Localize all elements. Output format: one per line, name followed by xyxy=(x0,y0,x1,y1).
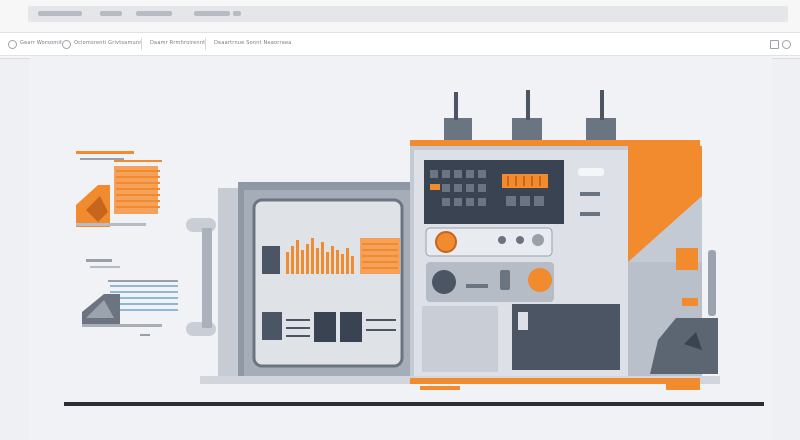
address-item[interactable]: Gearr Worsomit xyxy=(20,40,62,46)
browser-chrome: Gearr Worsomit Ociomsrenti Grivtsamunn D… xyxy=(0,0,800,59)
info-icon[interactable] xyxy=(62,40,71,49)
tab-placeholder[interactable] xyxy=(136,11,172,16)
profile-icon[interactable] xyxy=(782,40,791,49)
address-item[interactable]: Ociomsrenti Grivtsamunn xyxy=(74,40,143,46)
title-bar xyxy=(28,6,788,22)
address-item[interactable]: Daamr Rrmhroirennt xyxy=(150,40,205,46)
tab-placeholder[interactable] xyxy=(38,11,82,16)
tab-close-icon[interactable] xyxy=(233,11,241,16)
machine-left-chamber xyxy=(186,182,414,382)
tab-placeholder[interactable] xyxy=(100,11,122,16)
address-item[interactable]: Deaartrnue Sonnt Neaorraea xyxy=(214,40,292,46)
menu-icon[interactable] xyxy=(770,40,779,49)
back-icon[interactable] xyxy=(8,40,17,49)
tab-placeholder[interactable] xyxy=(194,11,230,16)
industrial-machine-illustration xyxy=(30,56,772,440)
illustration-canvas xyxy=(30,56,772,440)
address-bar[interactable]: Gearr Worsomit Ociomsrenti Grivtsamunn D… xyxy=(0,32,800,56)
divider xyxy=(141,38,142,50)
divider xyxy=(205,38,206,50)
ground-line xyxy=(64,402,764,406)
